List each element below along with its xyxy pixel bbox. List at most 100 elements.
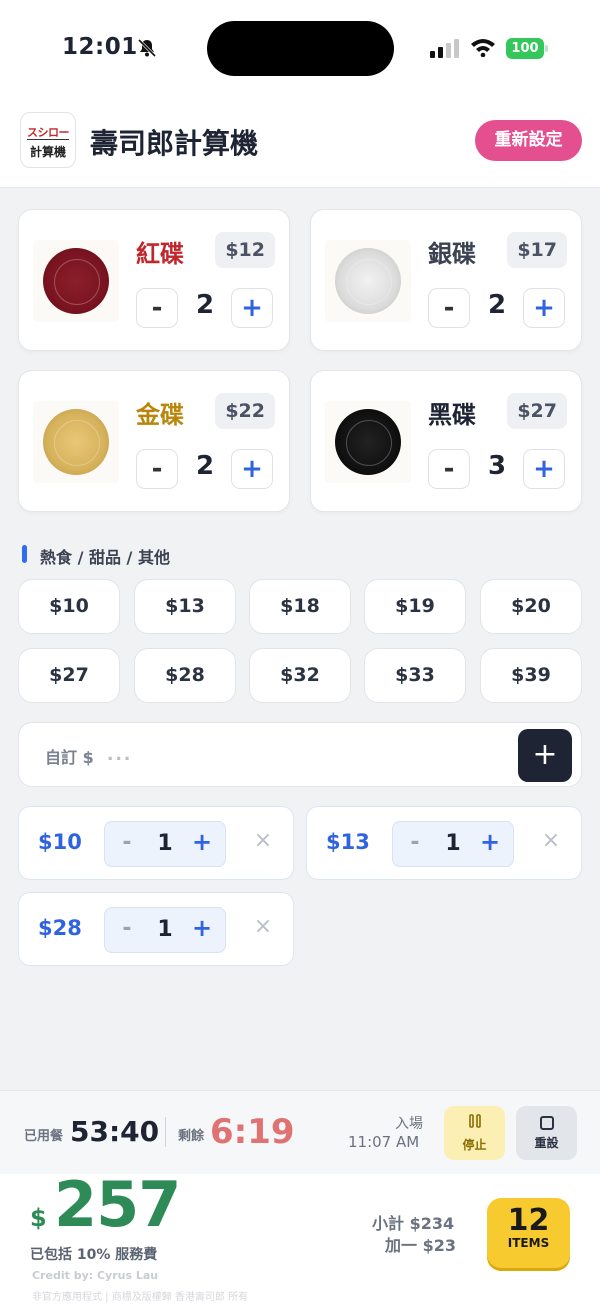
wifi-icon — [471, 39, 495, 57]
price-button[interactable]: $28 — [134, 648, 236, 703]
close-icon[interactable]: × — [253, 915, 273, 939]
item-quantity: 1 — [445, 831, 461, 856]
plate-card-black: 黑碟 $27 - 3 + — [310, 370, 582, 512]
reset-all-button[interactable]: 重新設定 — [475, 120, 582, 161]
pause-button[interactable]: 停止 — [444, 1106, 505, 1160]
plate-quantity: 2 — [195, 451, 215, 481]
used-label: 已用餐 — [24, 1129, 64, 1144]
plate-name: 金碟 — [136, 401, 184, 429]
decrement-button[interactable]: - — [403, 830, 427, 855]
remaining-label: 剩餘 — [178, 1129, 205, 1144]
cellular-signal-icon — [430, 39, 459, 58]
reset-timer-label: 重設 — [534, 1136, 559, 1150]
decrement-button[interactable]: - — [428, 288, 470, 328]
service-charge-note: 已包括 10% 服務費 — [30, 1247, 158, 1263]
decrement-button[interactable]: - — [136, 288, 178, 328]
silver-plate-image — [335, 248, 401, 314]
plate-name: 黑碟 — [428, 401, 476, 429]
custom-price-label: 自訂 $ — [45, 748, 94, 767]
app-title: 壽司郎計算機 — [90, 127, 259, 160]
increment-button[interactable]: + — [231, 449, 273, 489]
disclaimer-text: 非官方應用程式 | 商標及版權歸 香港壽司郎 所有 — [32, 1292, 249, 1303]
pause-label: 停止 — [462, 1138, 487, 1152]
items-count: 12 — [507, 1203, 550, 1238]
price-button[interactable]: $20 — [480, 579, 582, 634]
status-bar: 12:01 100 — [0, 0, 600, 98]
custom-price-input[interactable] — [107, 739, 487, 771]
custom-price-row: 自訂 $ + — [18, 722, 582, 787]
close-icon[interactable]: × — [541, 829, 561, 853]
reset-timer-button[interactable]: 重設 — [516, 1106, 577, 1160]
price-button[interactable]: $39 — [480, 648, 582, 703]
items-count-badge[interactable]: 12 ITEMS — [487, 1198, 570, 1268]
item-price: $28 — [38, 916, 82, 940]
app-logo: スシロー 計算機 — [20, 112, 76, 168]
close-icon[interactable]: × — [253, 829, 273, 853]
plate-name: 銀碟 — [428, 240, 476, 268]
increment-button[interactable]: + — [231, 288, 273, 328]
price-button[interactable]: $18 — [249, 579, 351, 634]
bell-muted-icon — [137, 38, 157, 58]
add-custom-button[interactable]: + — [518, 729, 572, 782]
plate-price: $22 — [215, 393, 275, 429]
added-item: $28 - 1 + × — [18, 892, 294, 966]
stop-square-icon — [539, 1116, 554, 1130]
quantity-stepper: - 1 + — [104, 907, 226, 953]
red-plate-image — [43, 248, 109, 314]
divider — [165, 1117, 166, 1147]
gold-plate-image — [43, 409, 109, 475]
price-button[interactable]: $27 — [18, 648, 120, 703]
quantity-stepper: - 1 + — [392, 821, 514, 867]
used-time: 53:40 — [70, 1115, 160, 1148]
price-button[interactable]: $10 — [18, 579, 120, 634]
dynamic-island — [207, 21, 394, 76]
app-header: スシロー 計算機 壽司郎計算機 重新設定 — [0, 98, 600, 188]
price-button[interactable]: $19 — [364, 579, 466, 634]
black-plate-image — [335, 409, 401, 475]
item-price: $13 — [326, 830, 370, 854]
decrement-button[interactable]: - — [136, 449, 178, 489]
item-quantity: 1 — [157, 917, 173, 942]
decrement-button[interactable]: - — [115, 916, 139, 941]
plate-name: 紅碟 — [136, 240, 184, 268]
price-button[interactable]: $33 — [364, 648, 466, 703]
currency-symbol: $ — [30, 1204, 47, 1232]
plate-price: $17 — [507, 232, 567, 268]
summary-panel: $ 257 已包括 10% 服務費 Credit by: Cyrus Lau 非… — [0, 1168, 600, 1306]
plate-card-silver: 銀碟 $17 - 2 + — [310, 209, 582, 351]
credit-text: Credit by: Cyrus Lau — [32, 1269, 159, 1282]
decrement-button[interactable]: - — [115, 830, 139, 855]
service-charge: 加一 $23 — [385, 1236, 456, 1255]
pause-icon — [444, 1114, 505, 1132]
plate-quantity: 2 — [487, 290, 507, 320]
increment-button[interactable]: + — [523, 288, 565, 328]
battery-level: 100 — [506, 38, 544, 59]
items-label: ITEMS — [507, 1236, 550, 1250]
plate-quantity: 2 — [195, 290, 215, 320]
battery-icon: 100 — [506, 38, 548, 59]
increment-button[interactable]: + — [477, 828, 503, 856]
item-quantity: 1 — [157, 831, 173, 856]
price-button[interactable]: $13 — [134, 579, 236, 634]
increment-button[interactable]: + — [189, 828, 215, 856]
subtotal: 小計 $234 — [372, 1214, 455, 1233]
section-accent-bar — [22, 545, 27, 563]
price-button[interactable]: $32 — [249, 648, 351, 703]
increment-button[interactable]: + — [523, 449, 565, 489]
added-item: $10 - 1 + × — [18, 806, 294, 880]
entry-time: 11:07 AM — [348, 1133, 420, 1151]
decrement-button[interactable]: - — [428, 449, 470, 489]
increment-button[interactable]: + — [189, 914, 215, 942]
plate-price: $27 — [507, 393, 567, 429]
clock: 12:01 — [62, 34, 138, 60]
plate-price: $12 — [215, 232, 275, 268]
item-price: $10 — [38, 830, 82, 854]
timer-bar: 已用餐 53:40 剩餘 6:19 入場 11:07 AM 停止 重設 — [0, 1090, 600, 1174]
added-item: $13 - 1 + × — [306, 806, 582, 880]
grand-total: 257 — [54, 1168, 181, 1241]
remaining-time: 6:19 — [210, 1112, 295, 1152]
entry-label: 入場 — [395, 1116, 423, 1132]
plate-quantity: 3 — [487, 451, 507, 481]
section-title: 熱食 / 甜品 / 其他 — [40, 548, 170, 567]
quantity-stepper: - 1 + — [104, 821, 226, 867]
